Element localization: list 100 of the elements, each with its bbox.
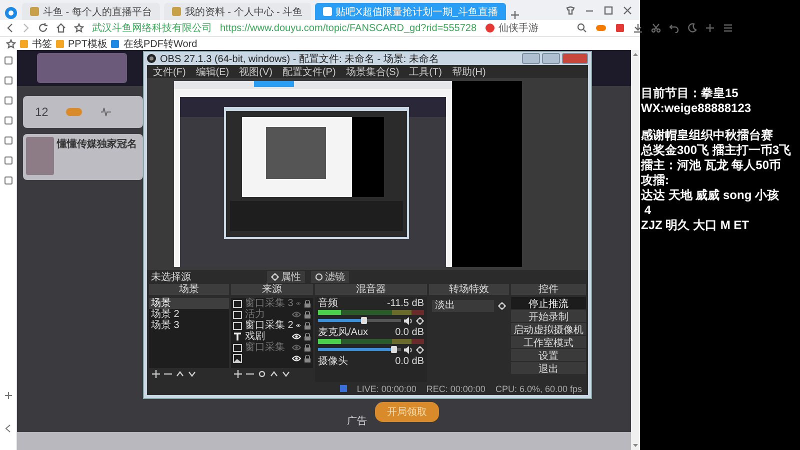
bookmark-icon [20, 40, 28, 48]
menu-item[interactable]: 视图(V) [239, 64, 272, 78]
overlay-text: 感谢帽皇组织中秋擂台赛 [641, 128, 774, 143]
star-icon[interactable] [74, 23, 84, 33]
waveform-icon[interactable] [100, 107, 112, 117]
move-up-icon[interactable] [176, 370, 184, 378]
back-icon[interactable] [6, 23, 14, 33]
reload-icon[interactable] [38, 23, 48, 33]
scene-item[interactable]: 场景 3 [149, 320, 229, 331]
channel-name: 摄像头 [318, 356, 348, 367]
scroll-up-icon[interactable] [632, 52, 639, 57]
download-icon[interactable] [632, 23, 643, 33]
control-button[interactable]: 退出 [511, 362, 586, 374]
undo-icon[interactable] [668, 23, 679, 33]
settings-icon[interactable] [258, 370, 266, 378]
menu-icon[interactable] [722, 23, 733, 33]
bookmark-icon [111, 40, 120, 48]
add-icon[interactable] [152, 370, 160, 378]
menu-item[interactable]: 编辑(E) [196, 64, 230, 78]
volume-slider[interactable] [318, 346, 401, 353]
menu-item[interactable]: 文件(F) [153, 64, 186, 78]
browser-tab[interactable]: 我的资料 - 个人中心 - 斗鱼 [164, 3, 311, 20]
filters-button[interactable]: 滤镜 [311, 271, 349, 283]
settings-icon[interactable] [416, 346, 424, 354]
card-title: 懂懂传媒独家冠名 [57, 137, 137, 152]
speaker-icon[interactable] [404, 316, 413, 324]
promo-card[interactable]: 懂懂传媒独家冠名 [23, 134, 143, 180]
menu-item[interactable]: 配置文件(P) [282, 64, 336, 78]
scene-item[interactable]: 场景 [149, 298, 229, 309]
overlay-text: ZJZ 明久 大口 M ET [641, 218, 750, 233]
dock-header: 来源 [231, 284, 313, 295]
image-icon [233, 354, 242, 363]
dock-header: 混音器 [315, 284, 427, 295]
channel-name: 音频 [318, 298, 338, 309]
bookmark-link[interactable]: 书签 [32, 36, 52, 50]
source-item[interactable]: 窗口采集 2 [231, 320, 313, 331]
menu-item[interactable]: 帮助(H) [452, 64, 486, 78]
source-item[interactable]: 窗口采集 3 [231, 298, 313, 309]
control-button[interactable]: 设置 [511, 349, 586, 361]
scene-item[interactable]: 场景 2 [149, 309, 229, 320]
bookmark-link[interactable]: 在线PDF转Word [123, 36, 198, 50]
search-suggestion[interactable]: 仙侠手游 [484, 21, 539, 35]
live-indicator-icon [340, 385, 347, 392]
menu-item[interactable]: 场景集合(S) [346, 64, 400, 78]
channel-reading: 0.0 dB [395, 327, 424, 338]
overlay-text: WX:weige88888123 [641, 101, 752, 116]
slider-thumb[interactable] [391, 346, 398, 353]
plus-icon[interactable] [704, 23, 715, 33]
toggle-icon[interactable] [66, 108, 82, 116]
lock-icon[interactable] [304, 332, 311, 340]
shirt-icon[interactable] [566, 6, 575, 14]
scissors-icon[interactable] [650, 23, 661, 33]
settings-icon[interactable] [416, 316, 424, 324]
overlay-text: 攻擂: [641, 173, 670, 188]
move-down-icon[interactable] [188, 370, 196, 378]
status-text: REC: 00:00:00 [426, 384, 486, 394]
collapse-icon[interactable] [4, 424, 12, 433]
menu-item[interactable]: 工具(T) [409, 64, 442, 78]
control-button[interactable]: 停止推流 [511, 297, 586, 309]
image-placeholder [26, 137, 54, 175]
source-item[interactable]: 窗口采集 [231, 342, 313, 353]
lock-icon[interactable] [304, 300, 311, 308]
bookmark-star-icon[interactable] [6, 38, 16, 48]
bookmark-link[interactable]: PPT模板 [68, 36, 108, 50]
lock-icon[interactable] [304, 322, 311, 330]
control-button[interactable]: 工作室模式 [511, 336, 586, 348]
source-item[interactable]: 戏剧 [231, 331, 313, 342]
browser-tab[interactable]: 斗鱼 - 每个人的直播平台 [22, 3, 160, 20]
add-icon[interactable] [234, 370, 242, 378]
status-text: CPU: 6.0%, 60.00 fps [495, 384, 582, 394]
overlay-text: 总奖金300飞 擂主打一币3飞 [641, 143, 792, 158]
new-tab-icon[interactable] [510, 10, 520, 20]
app-icon[interactable] [614, 23, 625, 33]
window-title: OBS 27.1.3 (64-bit, windows) - 配置文件: 未命名 - 场景: 未命名 [160, 52, 439, 66]
properties-button[interactable]: 属性 [267, 271, 305, 283]
home-icon[interactable] [56, 23, 66, 33]
maximize-icon[interactable] [604, 6, 613, 14]
moon-icon[interactable] [686, 23, 697, 33]
control-button[interactable]: 启动虚拟摄像机 [511, 323, 586, 335]
scroll-down-icon[interactable] [632, 443, 639, 448]
transition-dropdown[interactable]: 淡出 [432, 300, 494, 312]
volume-slider[interactable] [318, 317, 401, 324]
lock-icon[interactable] [304, 344, 311, 352]
site-name: 武汉斗鱼网络科技有限公司 [92, 22, 212, 35]
source-item[interactable] [231, 353, 313, 364]
control-button[interactable]: 开始录制 [511, 310, 586, 322]
dock-header: 场景 [149, 284, 229, 295]
settings-icon[interactable] [498, 302, 506, 310]
move-up-icon[interactable] [270, 370, 278, 378]
source-item[interactable]: 活力 [231, 309, 313, 320]
add-icon[interactable] [4, 391, 12, 400]
overlay-text: 4 [643, 203, 652, 218]
move-down-icon[interactable] [282, 370, 290, 378]
slider-thumb[interactable] [360, 317, 367, 324]
status-text: LIVE: 00:00:00 [356, 384, 416, 394]
speaker-icon[interactable] [404, 346, 413, 354]
lock-icon[interactable] [304, 354, 311, 362]
eye-icon[interactable] [296, 322, 301, 329]
lock-icon[interactable] [304, 310, 311, 318]
close-icon[interactable] [623, 6, 632, 14]
